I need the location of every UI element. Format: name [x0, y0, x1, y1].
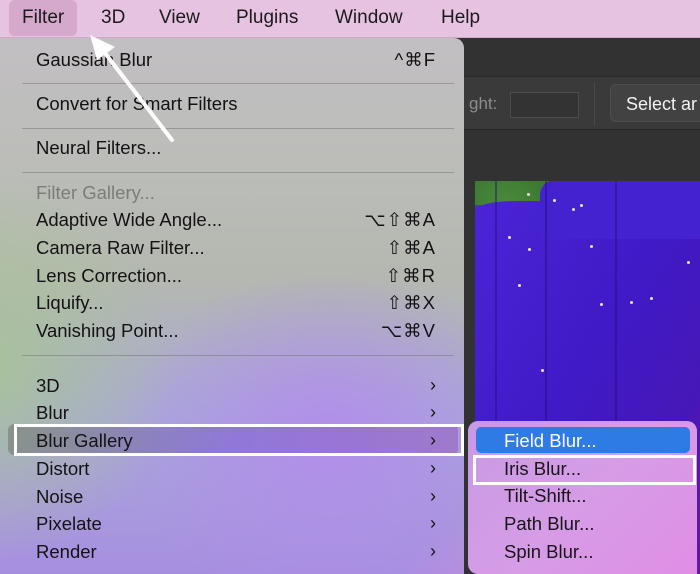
pollen-dot	[528, 248, 531, 251]
height-input[interactable]	[510, 92, 579, 118]
pollen-dot	[687, 261, 690, 264]
menu-item-noise[interactable]: Noise ›	[36, 483, 450, 510]
submenu-item-field-blur[interactable]: Field Blur...	[504, 427, 597, 454]
menu-item-label: Blur	[36, 402, 69, 423]
menu-item-3d[interactable]: 3D ›	[36, 372, 450, 399]
menu-item-lens-correction[interactable]: Lens Correction... ⇧⌘R	[36, 262, 450, 289]
select-and-mask-button[interactable]: Select ar	[610, 84, 700, 122]
pollen-dot	[650, 297, 653, 300]
menu-item-camera-raw-filter[interactable]: Camera Raw Filter... ⇧⌘A	[36, 234, 450, 261]
pollen-dot	[541, 369, 544, 372]
menu-item-label: Adaptive Wide Angle...	[36, 209, 223, 230]
menu-view[interactable]: View	[159, 0, 200, 36]
menu-item-adaptive-wide-angle[interactable]: Adaptive Wide Angle... ⌥⇧⌘A	[36, 206, 450, 233]
chevron-right-icon: ›	[430, 458, 436, 478]
pollen-dot	[590, 245, 593, 248]
chevron-right-icon: ›	[430, 486, 436, 506]
menu-plugins[interactable]: Plugins	[236, 0, 298, 36]
menu-separator	[22, 128, 454, 129]
blur-gallery-submenu: Field Blur... Iris Blur... Tilt-Shift...…	[468, 421, 697, 574]
keyboard-shortcut: ⌥⇧⌘A	[364, 209, 436, 230]
submenu-item-tilt-shift[interactable]: Tilt-Shift...	[504, 482, 587, 509]
menu-item-label: Lens Correction...	[36, 265, 183, 286]
chevron-right-icon: ›	[430, 513, 436, 533]
menu-separator	[22, 355, 454, 356]
pollen-dot	[580, 204, 583, 207]
menu-item-label: Liquify...	[36, 292, 104, 313]
keyboard-shortcut: ⇧⌘A	[386, 237, 436, 258]
menu-filter[interactable]: Filter	[9, 0, 78, 36]
menu-item-pixelate[interactable]: Pixelate ›	[36, 510, 450, 537]
height-label: ght:	[469, 94, 498, 113]
menu-item-render[interactable]: Render ›	[36, 538, 450, 565]
menu-item-blur[interactable]: Blur ›	[36, 399, 450, 426]
menu-item-vanishing-point[interactable]: Vanishing Point... ⌥⌘V	[36, 317, 450, 344]
menu-help[interactable]: Help	[441, 0, 480, 36]
menu-3d[interactable]: 3D	[101, 0, 125, 36]
keyboard-shortcut: ⇧⌘X	[386, 292, 436, 313]
menu-item-label: 3D	[36, 375, 60, 396]
menu-item-convert-smart-filters[interactable]: Convert for Smart Filters	[36, 90, 450, 117]
menu-separator	[22, 83, 454, 84]
pollen-dot	[518, 284, 521, 287]
pollen-dot	[527, 193, 530, 196]
menu-bar: Filter 3D View Plugins Window Help	[0, 0, 700, 38]
menu-item-label: Filter Gallery...	[36, 182, 155, 203]
menu-item-label: Noise	[36, 486, 84, 507]
submenu-item-path-blur[interactable]: Path Blur...	[504, 510, 595, 537]
flower-petal-top	[540, 181, 700, 239]
menu-item-label: Camera Raw Filter...	[36, 237, 205, 258]
iris-blur-callout-box	[473, 455, 696, 485]
options-separator	[594, 82, 595, 126]
blur-gallery-callout-box	[14, 424, 464, 456]
menu-item-liquify[interactable]: Liquify... ⇧⌘X	[36, 289, 450, 316]
filter-menu: Gaussian Blur ^⌘F Convert for Smart Filt…	[0, 38, 464, 574]
menu-item-gaussian-blur[interactable]: Gaussian Blur ^⌘F	[36, 46, 450, 73]
menu-item-label: Gaussian Blur	[36, 49, 153, 70]
menu-window[interactable]: Window	[335, 0, 403, 36]
menu-item-label: Render	[36, 541, 97, 562]
keyboard-shortcut: ⇧⌘R	[385, 265, 436, 286]
options-bar: ght: Select ar	[455, 76, 700, 130]
keyboard-shortcut: ^⌘F	[394, 49, 436, 70]
submenu-item-spin-blur[interactable]: Spin Blur...	[504, 538, 593, 565]
chevron-right-icon: ›	[430, 541, 436, 561]
menu-item-label: Distort	[36, 458, 90, 479]
chevron-right-icon: ›	[430, 375, 436, 395]
keyboard-shortcut: ⌥⌘V	[380, 320, 436, 341]
menu-item-filter-gallery: Filter Gallery...	[36, 179, 450, 206]
menu-item-neural-filters[interactable]: Neural Filters...	[36, 134, 450, 161]
menu-separator	[22, 172, 454, 173]
menu-item-label: Convert for Smart Filters	[36, 93, 238, 114]
menu-item-distort[interactable]: Distort ›	[36, 455, 450, 482]
menu-item-label: Pixelate	[36, 513, 102, 534]
menu-item-label: Neural Filters...	[36, 137, 162, 158]
pollen-dot	[600, 303, 603, 306]
pollen-dot	[553, 199, 556, 202]
pollen-dot	[508, 236, 511, 239]
chevron-right-icon: ›	[430, 402, 436, 422]
menu-item-label: Vanishing Point...	[36, 320, 179, 341]
pollen-dot	[630, 301, 633, 304]
pollen-dot	[572, 208, 575, 211]
